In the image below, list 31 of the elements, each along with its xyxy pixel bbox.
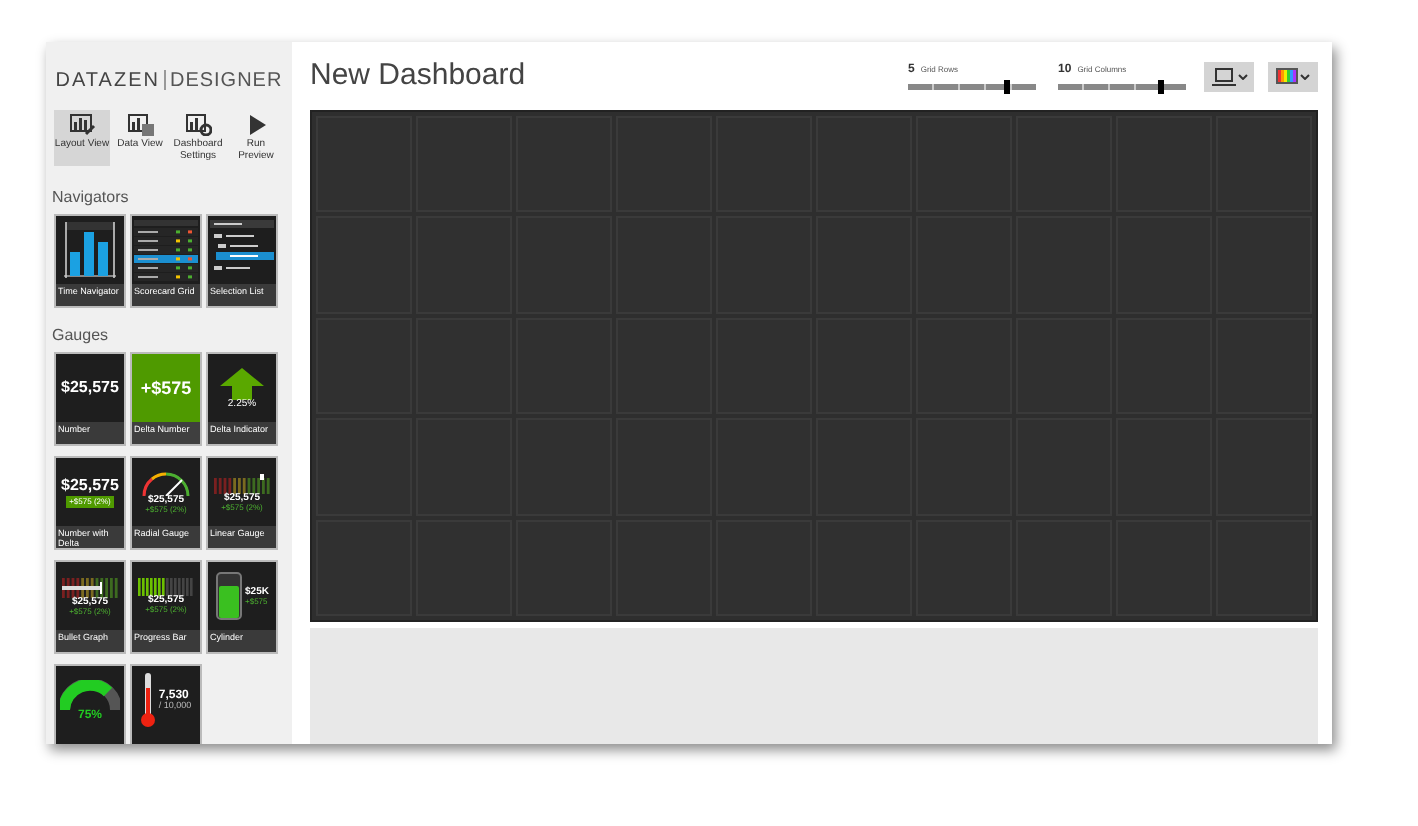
section-heading: Gauges [52,324,111,348]
gauge-value: +$575 [140,379,192,397]
color-theme-button[interactable] [1268,61,1318,91]
semicircle-gauge-drawing [60,679,120,709]
thermometer-drawing [140,672,157,728]
scorecard-table-drawing [134,218,198,282]
progress-bar-drawing [138,578,194,596]
laptop-icon [1211,67,1235,85]
logo-text: DATAZEN [55,67,160,95]
chart-table-icon [127,114,153,136]
chevron-down-icon [1237,73,1247,79]
radial-gauge-drawing [140,470,192,496]
color-palette-icon [1276,68,1298,84]
bar-chart-drawing [60,218,120,282]
linear-gauge-drawing [214,473,270,493]
slider-track[interactable] [908,84,1036,90]
device-button[interactable] [1204,61,1254,91]
section-heading: Navigators [52,186,131,210]
gauge-value: $25,575 [61,380,119,396]
slider-track[interactable] [1058,84,1186,90]
gauge-value: $25,575 [61,477,119,493]
dashboard-title: New Dashboard [310,55,528,96]
chart-gear-icon [185,114,211,136]
up-arrow-icon [220,367,264,399]
layout-chart-icon [69,114,95,136]
cylinder-gauge-drawing [215,572,242,620]
bullet-graph-drawing [62,577,118,597]
chevron-down-icon [1300,73,1310,79]
slider-thumb[interactable] [1004,80,1011,94]
logo-text: DESIGNER [169,67,283,95]
slider-thumb[interactable] [1157,80,1164,94]
